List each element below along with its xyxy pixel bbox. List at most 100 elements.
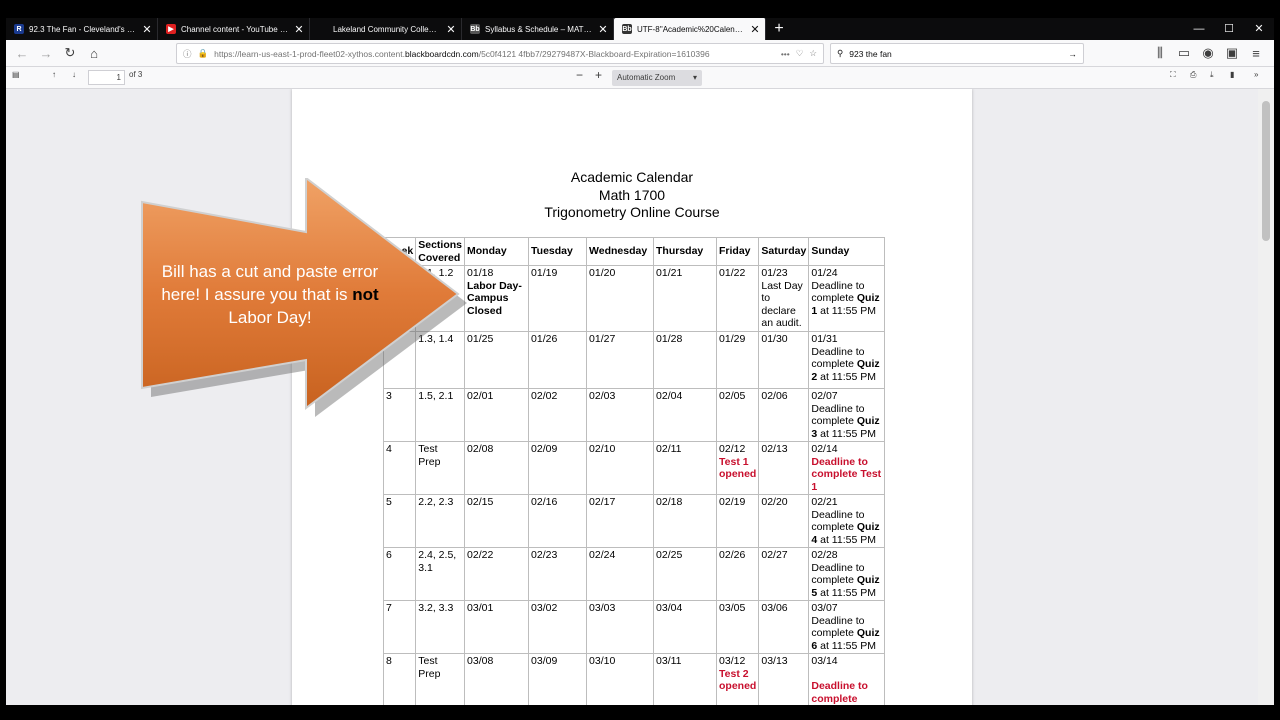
table-row: 5 2.2, 2.3 02/15 02/16 02/17 02/18 02/19 02/20 0… [382,494,886,548]
table-cell: Test Prep [415,441,466,495]
tools-icon[interactable]: » [1254,70,1258,79]
cell-text: 01/28 [656,333,683,345]
cell-text: 7 [386,602,392,614]
tab-close-icon[interactable]: ✕ [293,23,305,36]
table-cell: 01/18 Labor Day-Campus Closed [464,265,530,332]
table-cell: 02/12 Test 1 opened [716,441,760,495]
sidebar-icon[interactable]: ▭ [1174,43,1194,63]
pocket-icon[interactable]: ♡ [796,48,804,59]
back-icon[interactable]: ← [12,43,32,63]
forward-icon[interactable]: → [36,43,56,63]
extension-icon[interactable]: ◉ [1198,43,1218,63]
scrollbar-thumb[interactable] [1262,101,1270,241]
addon-icon[interactable]: ▣ [1222,43,1242,63]
tab-close-icon[interactable]: ✕ [141,23,153,36]
table-cell: 02/19 [716,494,760,548]
tab-title: Channel content - YouTube Stu [181,24,288,34]
previous-page-icon[interactable]: ↑ [52,70,56,79]
table-cell: 02/28 Deadline to complete Quiz 5 at 11:5… [808,547,886,601]
cell-text: 02/16 [531,496,558,508]
table-cell: 02/22 [464,547,530,601]
bookmark-star-icon[interactable]: ☆ [809,48,817,59]
column-header: Saturday [758,237,810,266]
presentation-mode-icon[interactable]: ⛶ [1170,70,1176,80]
table-row: 6 2.4, 2.5, 3.1 02/22 02/23 02/24 02/25 02/26 0… [382,547,886,601]
table-cell: 02/21 Deadline to complete Quiz 4 at 11:5… [808,494,886,548]
cell-text: 6 [386,549,392,561]
tab[interactable]: Bb Syllabus & Schedule – MATH17 ✕ [462,18,614,40]
scrollbar[interactable] [1258,89,1274,705]
print-icon[interactable]: ⎙ [1190,70,1196,80]
minimize-icon[interactable]: — [1184,18,1214,40]
table-cell: 03/05 [716,600,760,654]
table-cell: 02/16 [528,494,588,548]
deadline-time: at 11:55 PM [820,370,876,383]
cell-text: 02/25 [656,549,683,561]
tab-close-icon[interactable]: ✕ [445,23,457,36]
table-cell: 6 [382,547,417,601]
tab[interactable]: ▶ Channel content - YouTube Stu ✕ [158,18,310,40]
cell-text: 02/20 [761,496,788,508]
search-input[interactable]: 923 the fan [849,49,1062,59]
bookmark-icon[interactable]: ▮ [1230,70,1234,79]
tab[interactable]: R 92.3 The Fan - Cleveland's Hom ✕ [6,18,158,40]
toggle-sidebar-icon[interactable]: ▤ [12,70,20,79]
menu-icon[interactable]: ≡ [1246,43,1266,63]
table-cell: 01/21 [653,265,718,332]
tab[interactable]: Lakeland Community College - my ✕ [310,18,462,40]
tab-close-icon[interactable]: ✕ [597,23,609,36]
library-icon[interactable]: ⫼ [1150,43,1170,63]
cell-text: 03/08 [467,655,494,667]
table-cell: 03/03 [586,600,655,654]
table-cell: 02/14 Deadline to complete Test 1 [808,441,886,495]
cell-text: 4 [386,443,392,455]
home-icon[interactable]: ⌂ [84,43,104,63]
cell-note: Test 2 opened [719,667,757,693]
page-number-input[interactable]: 1 [88,70,125,85]
table-cell: 7 [382,600,417,654]
table-cell: 02/07 Deadline to complete Quiz 3 at 11:5… [808,388,886,442]
table-cell: 01/27 [586,331,655,389]
table-cell: 03/11 [653,653,718,705]
tab-strip: R 92.3 The Fan - Cleveland's Hom ✕ ▶ Channel… [6,18,1274,40]
search-bar[interactable]: ⚲ 923 the fan → [830,43,1084,64]
cell-text: 02/23 [531,549,558,561]
tab-title: Lakeland Community College - my [333,24,440,34]
table-cell: 2.2, 2.3 [415,494,466,548]
table-row: 7 3.2, 3.3 03/01 03/02 03/03 03/04 03/05 03/06 0… [382,600,886,654]
zoom-out-icon[interactable]: − [576,68,583,82]
cell-text: 01/30 [761,333,788,345]
reload-icon[interactable]: ↻ [60,43,80,63]
search-go-icon[interactable]: → [1069,49,1078,59]
close-window-icon[interactable]: ✕ [1244,18,1274,40]
cell-note: Labor Day-Campus Closed [467,279,522,317]
table-cell: 01/30 [758,331,810,389]
download-icon[interactable]: ⤓ [1210,70,1214,80]
cell-text: 03/04 [656,602,683,614]
page-actions-icon[interactable]: ••• [781,49,790,59]
zoom-select[interactable]: Automatic Zoom ▾ [612,70,702,86]
cell-text: 03/07 [811,602,838,614]
table-cell: 01/22 [716,265,760,332]
tab-close-icon[interactable]: ✕ [749,23,761,36]
cell-text: 02/03 [589,390,616,402]
new-tab-button[interactable]: + [766,18,792,40]
tab[interactable]: Bb UTF-8''Academic%20Calendar ✕ [614,18,766,40]
cell-text: 01/27 [589,333,616,345]
zoom-in-icon[interactable]: + [595,68,602,82]
maximize-icon[interactable]: ☐ [1214,18,1244,40]
table-cell: 01/29 [716,331,760,389]
table-cell: 03/04 [653,600,718,654]
cell-text: 02/14 [811,443,838,455]
table-cell: 03/06 [758,600,810,654]
table-cell: 01/25 [464,331,530,389]
url-bar[interactable]: ⓘ 🔒 https://learn-us-east-1-prod-fleet02… [176,43,824,64]
next-page-icon[interactable]: ↓ [72,70,76,79]
cell-text: 03/09 [531,655,558,667]
tracking-protection-icon[interactable]: ⓘ [183,48,192,60]
cell-text: 02/08 [467,443,494,455]
cell-text: 01/29 [719,333,746,345]
cell-note: Deadline to complete [811,680,868,705]
cell-text: 02/10 [589,443,616,455]
cell-text: 02/09 [531,443,558,455]
